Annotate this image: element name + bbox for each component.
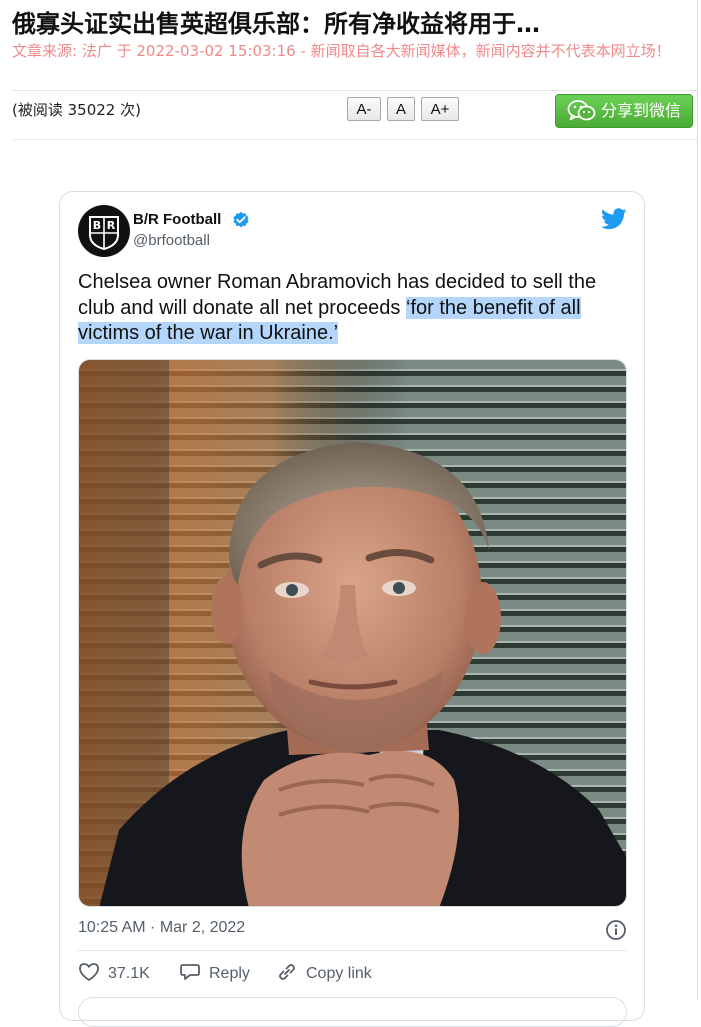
heart-icon bbox=[78, 962, 100, 987]
divider bbox=[12, 139, 697, 140]
divider bbox=[78, 950, 627, 951]
font-decrease-button[interactable]: A- bbox=[347, 97, 381, 121]
reply-label: Reply bbox=[209, 965, 250, 982]
portrait-photo bbox=[79, 360, 626, 906]
tweet-photo[interactable] bbox=[78, 359, 627, 907]
tweet-text: Chelsea owner Roman Abramovich has decid… bbox=[78, 270, 630, 347]
link-icon bbox=[276, 962, 298, 987]
tweet-timestamp[interactable]: 10:25 AM · Mar 2, 2022 bbox=[78, 919, 245, 937]
share-label: 分享到微信 bbox=[600, 101, 681, 120]
tweet-author-name[interactable]: B/R Football bbox=[133, 211, 221, 228]
reply-button[interactable]: Reply bbox=[179, 962, 250, 986]
tweet-author-handle[interactable]: @brfootball bbox=[133, 232, 210, 249]
copy-link-label: Copy link bbox=[306, 965, 372, 982]
share-wechat-button[interactable]: 分享到微信 bbox=[555, 94, 693, 128]
svg-text:B: B bbox=[93, 219, 101, 232]
reply-bubble-icon bbox=[179, 962, 201, 987]
verified-badge-icon bbox=[232, 211, 250, 234]
twitter-bird-icon[interactable] bbox=[601, 208, 627, 235]
info-icon[interactable] bbox=[605, 919, 627, 946]
read-count: (被阅读 35022 次) bbox=[12, 101, 141, 119]
article-meta: 文章来源: 法广 于 2022-03-02 15:03:16 - 新闻取自各大新… bbox=[12, 42, 671, 60]
svg-text:R: R bbox=[107, 219, 116, 232]
article-title: 俄寡头证实出售英超俱乐部：所有净收益将用于… bbox=[12, 10, 540, 38]
read-replies-button[interactable] bbox=[78, 997, 627, 1027]
like-count: 37.1K bbox=[108, 965, 150, 982]
font-reset-button[interactable]: A bbox=[387, 97, 415, 121]
copy-link-button[interactable]: Copy link bbox=[276, 962, 372, 986]
like-button[interactable]: 37.1K bbox=[78, 962, 150, 986]
wechat-icon bbox=[567, 99, 597, 123]
font-increase-button[interactable]: A+ bbox=[421, 97, 459, 121]
br-logo-icon: B R bbox=[89, 216, 119, 251]
divider bbox=[12, 90, 697, 91]
page-border bbox=[697, 0, 698, 1000]
avatar[interactable]: B R bbox=[78, 205, 130, 257]
embedded-tweet: B R B/R Football @brfootball Chelsea own… bbox=[59, 191, 645, 1027]
